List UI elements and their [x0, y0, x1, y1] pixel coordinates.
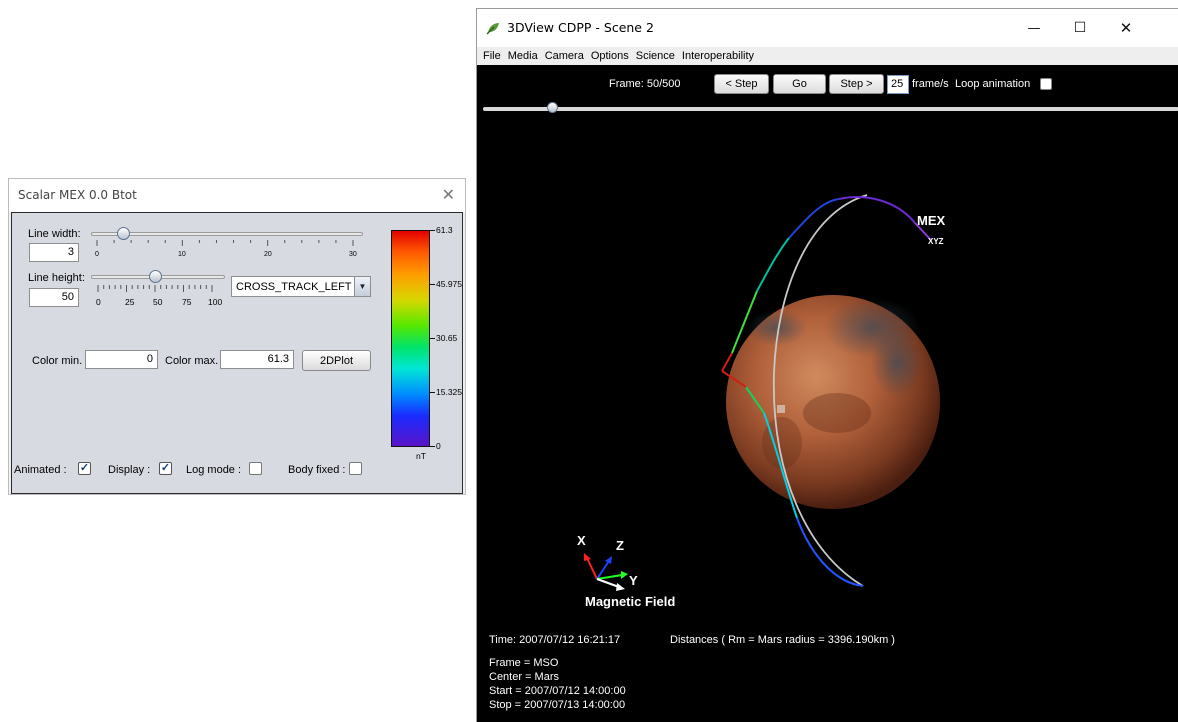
- position-mode-value: CROSS_TRACK_LEFT: [236, 280, 352, 293]
- line-height-tick-75: 75: [182, 297, 192, 307]
- colorbar-tick: [430, 392, 435, 393]
- menu-science[interactable]: Science: [636, 50, 675, 62]
- log-mode-checkbox[interactable]: [249, 462, 262, 475]
- center-readout: Center = Mars: [489, 671, 559, 683]
- animated-label: Animated :: [14, 464, 67, 476]
- axis-y-label: Y: [629, 573, 638, 588]
- color-max-label: Color max.: [165, 355, 219, 367]
- animation-toolbar: Frame: 50/500 < Step Go Step > 25 frame/…: [477, 65, 1178, 103]
- menu-options[interactable]: Options: [591, 50, 629, 62]
- loop-animation-label: Loop animation: [955, 78, 1031, 90]
- axis-x-label: X: [577, 533, 586, 548]
- colorbar-label-3: 45.975: [436, 279, 462, 289]
- colorbar-tick: [430, 284, 435, 285]
- menu-bar: File Media Camera Options Science Intero…: [477, 47, 1178, 65]
- position-mode-select[interactable]: CROSS_TRACK_LEFT ▼: [231, 276, 371, 297]
- main-window: 3DView CDPP - Scene 2 — ☐ ✕ File Media C…: [476, 8, 1178, 722]
- display-label: Display :: [108, 464, 151, 476]
- colorbar-unit: nT: [416, 451, 426, 461]
- animated-checkbox[interactable]: ✓: [78, 462, 91, 475]
- line-height-tick-0: 0: [96, 297, 101, 307]
- axes-triad: X Z Y: [577, 533, 638, 591]
- line-height-tick-25: 25: [125, 297, 135, 307]
- chevron-down-icon: ▼: [354, 277, 370, 296]
- frame-slider-track[interactable]: [483, 107, 1178, 111]
- step-forward-button[interactable]: Step >: [829, 74, 884, 94]
- colorbar-tick: [430, 338, 435, 339]
- colorbar-label-min: 0: [436, 441, 441, 451]
- stop-readout: Stop = 2007/07/13 14:00:00: [489, 699, 626, 711]
- body-fixed-checkbox[interactable]: [349, 462, 362, 475]
- color-max-input[interactable]: 61.3: [220, 350, 294, 369]
- menu-file[interactable]: File: [483, 50, 501, 62]
- minimize-button[interactable]: —: [1011, 9, 1057, 47]
- window-title: 3DView CDPP - Scene 2: [507, 20, 654, 35]
- maximize-button[interactable]: ☐: [1057, 9, 1103, 47]
- maximize-icon: ☐: [1073, 20, 1087, 36]
- start-readout: Start = 2007/07/12 14:00:00: [489, 685, 626, 697]
- frame-readout: Frame = MSO: [489, 657, 559, 669]
- distances-readout: Distances ( Rm = Mars radius = 3396.190k…: [670, 634, 895, 646]
- colorbar-label-1: 15.325: [436, 387, 462, 397]
- display-checkbox[interactable]: ✓: [159, 462, 172, 475]
- fps-label: frame/s: [912, 78, 949, 90]
- dialog-title: Scalar MEX 0.0 Btot: [18, 188, 137, 202]
- close-button[interactable]: ✕: [1103, 9, 1149, 47]
- time-readout: Time: 2007/07/12 16:21:17: [489, 634, 621, 646]
- dialog-title-bar: Scalar MEX 0.0 Btot ✕: [9, 179, 465, 212]
- colorbar-tick: [430, 446, 435, 447]
- frame-counter: Frame: 50/500: [609, 78, 681, 90]
- scene-viewport[interactable]: MEX XYZ X Z Y Magnetic Field: [477, 113, 1178, 633]
- 2dplot-button[interactable]: 2DPlot: [302, 350, 371, 371]
- dialog-close-icon[interactable]: ✕: [442, 185, 455, 204]
- loop-animation-checkbox[interactable]: [1040, 78, 1052, 90]
- colorbar-tick: [430, 230, 435, 231]
- magnetic-field-label: Magnetic Field: [585, 594, 675, 609]
- axis-z-label: Z: [616, 538, 624, 553]
- frame-slider-thumb[interactable]: [546, 102, 558, 113]
- colorbar: [391, 230, 430, 447]
- scalar-dialog: Scalar MEX 0.0 Btot ✕ Line width: 3 0 10…: [8, 178, 466, 495]
- dialog-body: Line width: 3 0 10 20 30 Line height: 50…: [11, 212, 463, 494]
- menu-camera[interactable]: Camera: [545, 50, 584, 62]
- line-height-tick-50: 50: [153, 297, 163, 307]
- leaf-icon: [486, 23, 499, 35]
- title-bar: 3DView CDPP - Scene 2 — ☐ ✕: [477, 9, 1178, 47]
- close-icon: ✕: [1119, 19, 1133, 37]
- spacecraft-label: MEX: [917, 213, 946, 228]
- color-min-input[interactable]: 0: [85, 350, 158, 369]
- fps-input[interactable]: 25: [887, 75, 909, 94]
- menu-interoperability[interactable]: Interoperability: [682, 50, 754, 62]
- minimize-icon: —: [1027, 20, 1041, 36]
- colorbar-label-2: 30.65: [436, 333, 458, 343]
- mars-planet: [726, 295, 940, 509]
- step-back-button[interactable]: < Step: [714, 74, 769, 94]
- menu-media[interactable]: Media: [508, 50, 538, 62]
- body-fixed-label: Body fixed :: [288, 464, 346, 476]
- spacecraft-axes-label: XYZ: [928, 237, 944, 246]
- color-min-label: Color min.: [32, 355, 83, 367]
- colorbar-label-max: 61.3: [436, 225, 453, 235]
- go-button[interactable]: Go: [773, 74, 826, 94]
- log-mode-label: Log mode :: [186, 464, 242, 476]
- line-height-tick-100: 100: [208, 297, 223, 307]
